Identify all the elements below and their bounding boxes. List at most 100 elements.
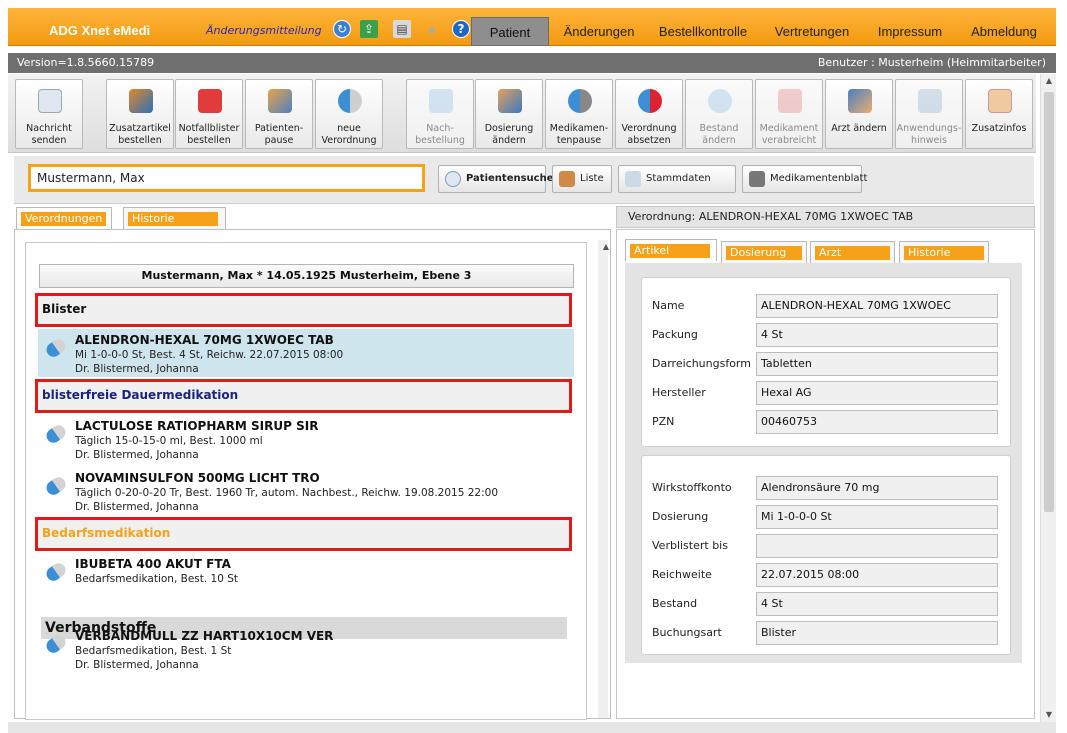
dosage-icon [498,89,522,113]
info-icon [988,89,1012,113]
tab-dosierung[interactable]: Dosierung [721,241,807,263]
prescription-list: Mustermann, Max * 14.05.1925 Musterheim,… [25,242,587,720]
field-hersteller: Hersteller Hexal AG [652,381,1002,405]
nav-vertretungen[interactable]: Vertretungen [762,17,862,46]
nav-impressum[interactable]: Impressum [866,17,954,46]
change-doctor-button[interactable]: Arzt ändern [825,79,893,149]
field-reichweite: Reichweite 22.07.2015 08:00 [652,563,1002,587]
search-bar: Patientensuche Liste Stammdaten Medikame… [14,156,1034,204]
folder-icon [625,171,641,187]
nav-aenderungen[interactable]: Änderungen [554,17,644,46]
pill-icon [43,474,69,498]
magnifier-icon [445,171,461,187]
prescription-list-panel: Mustermann, Max * 14.05.1925 Musterheim,… [14,229,611,720]
status-bar: Version=1.8.5660.15789 Benutzer : Muster… [8,53,1056,73]
medication-sheet-button[interactable]: Medikamentenblatt [742,165,867,193]
scroll-down-arrow-icon[interactable]: ▼ [1041,708,1057,722]
blister-icon [778,89,802,113]
patient-pause-icon [268,89,292,113]
envelope-icon [38,89,62,113]
order-extra-items-button[interactable]: Zusatzartikel bestellen [106,79,174,149]
hint-icon [918,89,942,113]
additional-info-button[interactable]: Zusatzinfos [965,79,1033,149]
nav-patient[interactable]: Patient [471,17,549,46]
nav-bestellkontrolle[interactable]: Bestellkontrolle [648,17,758,46]
field-dosierung: Dosierung Mi 1-0-0-0 St [652,505,1002,529]
article-info-group: Name ALENDRON-HEXAL 70MG 1XWOEC Packung … [641,277,1011,447]
field-darreichungsform: Darreichungsform Tabletten [652,352,1002,376]
reorder-icon [429,89,453,113]
pill-icon [338,89,362,113]
list-item-ibubeta[interactable]: IBUBETA 400 AKUT FTA Bedarfsmedikation, … [38,553,574,587]
patient-pause-button[interactable]: Patienten- pause [245,79,313,149]
print-icon[interactable]: ▤ [393,20,411,38]
application-hint-button[interactable]: Anwendungs- hinweis [895,79,963,149]
tab-verordnungen[interactable]: Verordnungen [16,207,112,229]
change-stock-button[interactable]: Bestand ändern [685,79,753,149]
clock-pill-icon [568,89,592,113]
field-buchungsart: Buchungsart Blister [652,621,1002,645]
section-blister: Blister [35,293,572,327]
nav-abmeldung[interactable]: Abmeldung [958,17,1050,46]
medication-pause-button[interactable]: Medikamen- tenpause [545,79,613,149]
boxes-icon [129,89,153,113]
section-bedarfsmedikation: Bedarfsmedikation [35,517,572,551]
house-icon [559,171,575,187]
patient-search-button[interactable]: Patientensuche [438,165,554,193]
top-navigation-bar: ADG Xnet eMedi Änderungsmitteilung ↻ ⇪ ▤… [8,8,1056,46]
send-message-button[interactable]: Nachricht senden [15,79,83,149]
patient-header: Mustermann, Max * 14.05.1925 Musterheim,… [39,264,574,288]
pill-icon [43,560,69,584]
list-scrollbar[interactable]: ▲ [598,240,609,718]
scroll-up-arrow-icon[interactable]: ▲ [598,240,614,254]
section-dauermedikation: blisterfreie Dauermedikation [35,379,572,413]
lock-icon[interactable]: 🔒︎ [423,20,441,38]
help-icon[interactable]: ? [452,20,470,38]
refresh-icon[interactable]: ↻ [333,20,351,38]
prescription-detail-panel: Artikel Dosierung Arzt Historie Name ALE… [616,229,1035,719]
pill-icon [43,632,69,656]
patient-search-input[interactable] [28,164,425,192]
field-packung: Packung 4 St [652,323,1002,347]
tab-arzt[interactable]: Arzt [810,241,895,263]
tab-artikel[interactable]: Artikel [625,239,717,261]
user-label: Benutzer : Musterheim (Heimmitarbeiter) [817,56,1046,69]
list-item-alendron[interactable]: ALENDRON-HEXAL 70MG 1XWOEC TAB Mi 1-0-0-… [38,329,574,377]
field-bestand: Bestand 4 St [652,592,1002,616]
first-aid-icon [198,89,222,113]
pill-icon [43,422,69,446]
printer-icon [749,171,765,187]
action-toolbar: Nachricht senden Zusatzartikel bestellen… [8,74,1036,153]
reorder-button[interactable]: Nach- bestellung [406,79,474,149]
cancel-pill-icon [638,89,662,113]
dosage-info-group: Wirkstoffkonto Alendronsäure 70 mg Dosie… [641,455,1011,655]
bottom-bar [8,722,1056,733]
scrollbar-thumb[interactable] [1044,92,1054,512]
order-emergency-blister-button[interactable]: Notfallblister bestellen [175,79,243,149]
list-item-novaminsulfon[interactable]: NOVAMINSULFON 500MG LICHT TRO Täglich 0-… [38,467,574,513]
new-prescription-button[interactable]: neue Verordnung [315,79,383,149]
field-name: Name ALENDRON-HEXAL 70MG 1XWOEC [652,294,1002,318]
medication-administered-button[interactable]: Medikament verabreicht [755,79,823,149]
tab-historie[interactable]: Historie [123,207,226,229]
prescription-detail-header: Verordnung: ALENDRON-HEXAL 70MG 1XWOEC T… [616,206,1035,228]
pill-icon [43,336,69,360]
change-dosage-button[interactable]: Dosierung ändern [475,79,543,149]
master-data-button[interactable]: Stammdaten [618,165,736,193]
field-pzn: PZN 00460753 [652,410,1002,434]
stock-icon [708,89,732,113]
change-notification-link[interactable]: Änderungsmitteilung [206,24,322,37]
tab-historie-detail[interactable]: Historie [899,241,989,263]
app-title: ADG Xnet eMedi [49,23,151,38]
article-details: Name ALENDRON-HEXAL 70MG 1XWOEC Packung … [625,263,1022,663]
doctor-icon [848,89,872,113]
page-scrollbar[interactable]: ▲ ▼ [1040,74,1056,722]
version-label: Version=1.8.5660.15789 [17,56,155,69]
upload-icon[interactable]: ⇪ [360,20,378,38]
field-wirkstoffkonto: Wirkstoffkonto Alendronsäure 70 mg [652,476,1002,500]
list-button[interactable]: Liste [552,165,612,193]
list-item-lactulose[interactable]: LACTULOSE RATIOPHARM SIRUP SIR Täglich 1… [38,415,574,461]
discontinue-prescription-button[interactable]: Verordnung absetzen [615,79,683,149]
scroll-up-arrow-icon[interactable]: ▲ [1041,74,1057,88]
list-item-verbandmull[interactable]: VERBANDMULL ZZ HART10X10CM VER Bedarfsme… [38,625,574,671]
